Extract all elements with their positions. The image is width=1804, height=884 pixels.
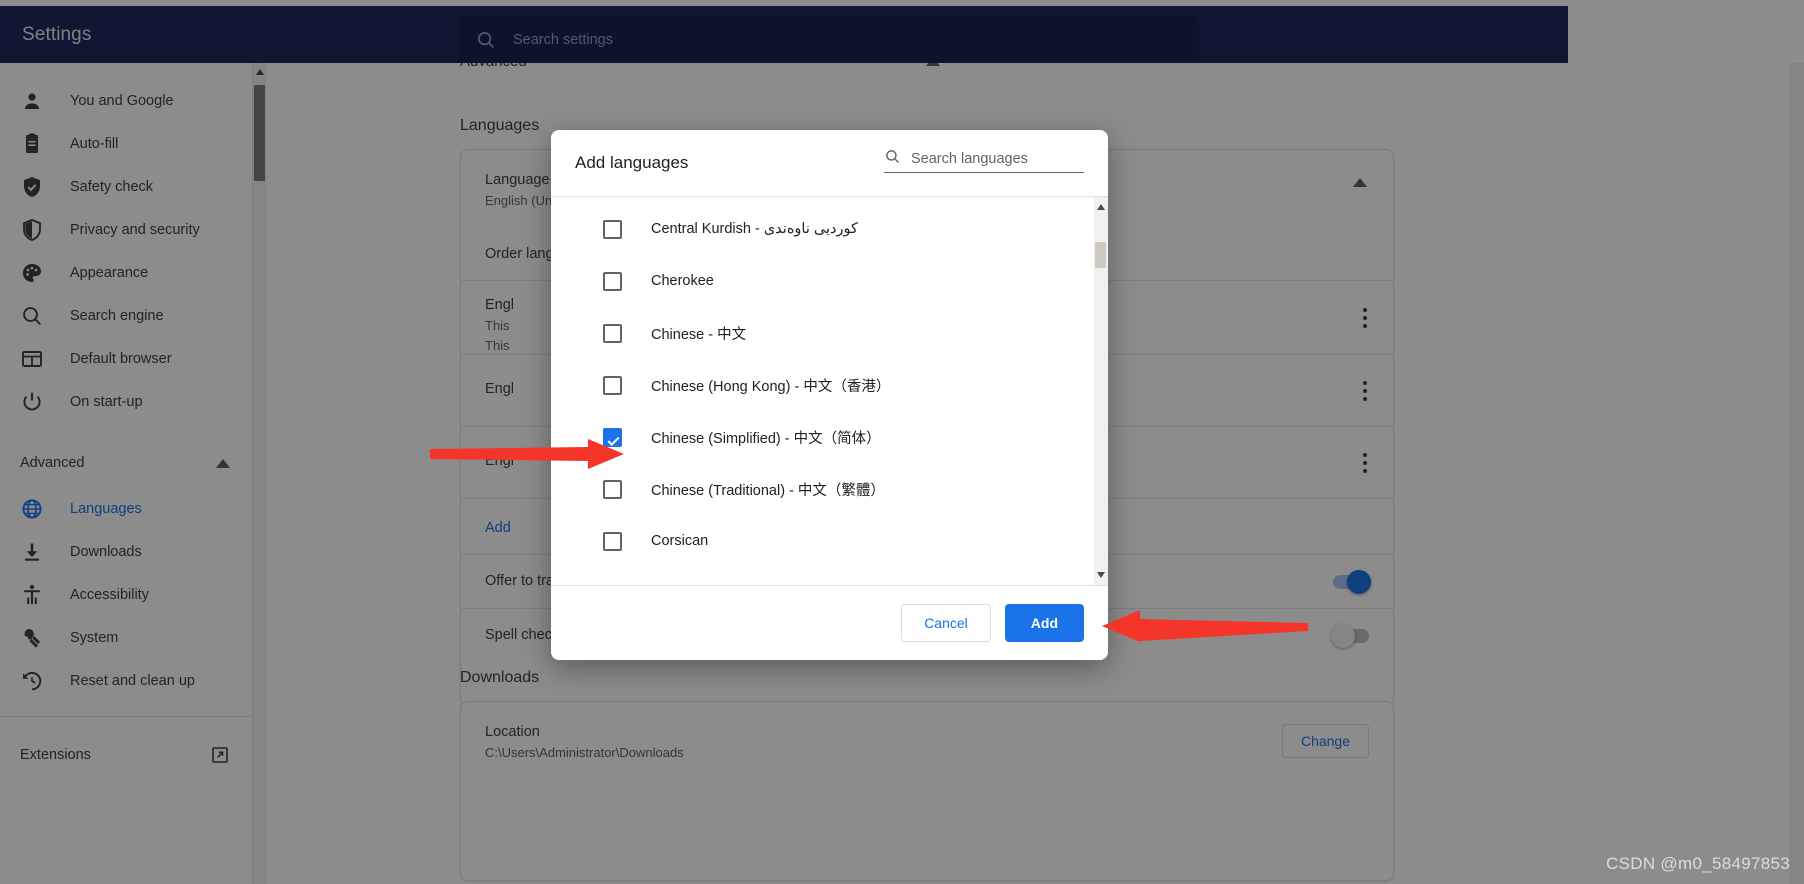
dialog-title: Add languages (575, 153, 688, 173)
language-option-label: Chinese - 中文 (651, 323, 746, 344)
language-checkbox[interactable] (603, 376, 622, 395)
language-option-label: Central Kurdish - کوردیی ناوەندی (651, 221, 858, 237)
language-option-label: Chinese (Simplified) - 中文（简体） (651, 427, 881, 448)
language-option-row-selected[interactable]: Chinese (Simplified) - 中文（简体） (551, 411, 1094, 463)
language-option-row[interactable]: Chinese - 中文 (551, 307, 1094, 359)
language-checkbox[interactable] (603, 324, 622, 343)
language-list-container: Central Kurdish - کوردیی ناوەندی Cheroke… (551, 196, 1108, 586)
scroll-up-arrow-icon[interactable] (1097, 204, 1105, 210)
scroll-down-arrow-icon[interactable] (1097, 572, 1105, 578)
language-list-scrollbar[interactable] (1094, 197, 1108, 585)
language-option-row[interactable]: Chinese (Traditional) - 中文（繁體） (551, 463, 1094, 515)
screenshot-root: Settings Search settings You and Google (0, 0, 1804, 884)
language-option-label: Chinese (Hong Kong) - 中文（香港） (651, 375, 890, 396)
language-option-row[interactable]: Chinese (Hong Kong) - 中文（香港） (551, 359, 1094, 411)
language-option-row[interactable]: Cherokee (551, 255, 1094, 307)
language-option-label: Cherokee (651, 273, 714, 289)
language-search-placeholder: Search languages (911, 151, 1028, 167)
scrollbar-thumb[interactable] (1095, 242, 1106, 268)
language-option-row[interactable]: Corsican (551, 515, 1094, 567)
language-checkbox[interactable] (603, 272, 622, 291)
search-icon (884, 148, 901, 165)
language-option-label: Chinese (Traditional) - 中文（繁體） (651, 479, 885, 500)
language-search-field[interactable]: Search languages (884, 148, 1084, 173)
add-languages-dialog: Add languages Search languages Central K… (551, 130, 1108, 660)
cancel-button[interactable]: Cancel (901, 604, 991, 642)
language-checkbox-checked[interactable] (603, 428, 622, 447)
language-checkbox[interactable] (603, 220, 622, 239)
dialog-header: Add languages Search languages (551, 130, 1108, 196)
language-checkbox-list: Central Kurdish - کوردیی ناوەندی Cheroke… (551, 197, 1094, 585)
language-checkbox[interactable] (603, 480, 622, 499)
add-button[interactable]: Add (1005, 604, 1084, 642)
language-option-label: Corsican (651, 533, 708, 549)
language-checkbox[interactable] (603, 532, 622, 551)
language-option-row[interactable]: Central Kurdish - کوردیی ناوەندی (551, 203, 1094, 255)
watermark-text: CSDN @m0_58497853 (1606, 854, 1790, 874)
dialog-footer: Cancel Add (551, 586, 1108, 660)
